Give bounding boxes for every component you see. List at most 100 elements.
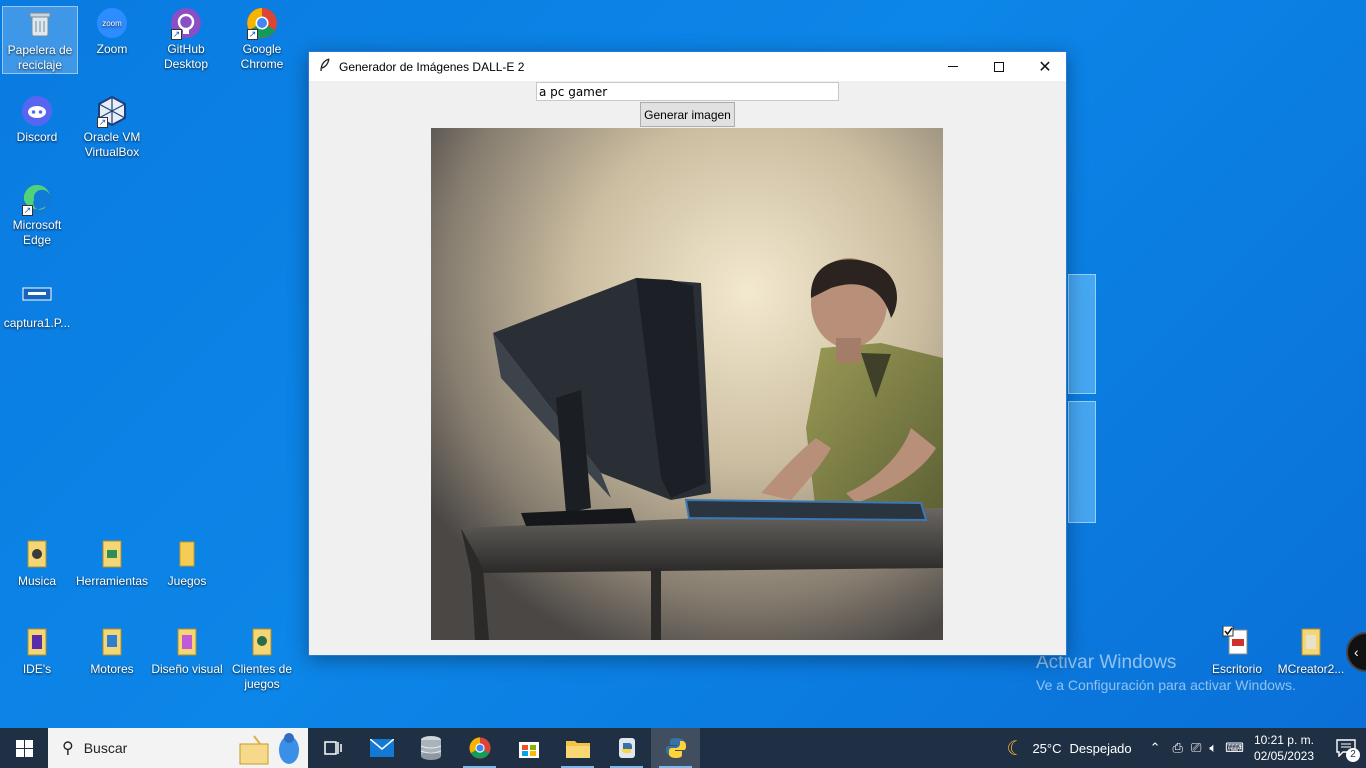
recycle-bin-icon — [23, 7, 57, 41]
meet-now-icon[interactable]: ⎙ — [1173, 740, 1183, 756]
notification-center-button[interactable]: 2 — [1326, 728, 1366, 768]
network-icon[interactable]: ⎚ — [1191, 740, 1201, 756]
desktop-icon-label: Microsoft Edge — [12, 218, 62, 247]
database-icon — [420, 736, 441, 760]
desktop-icon-diseno-visual[interactable]: Diseño visual — [149, 626, 225, 677]
minimize-icon — [948, 66, 958, 67]
chevron-up-icon[interactable]: ⌃ — [1150, 740, 1161, 756]
folder-icon — [170, 626, 204, 660]
search-icon: ⚲ — [62, 740, 74, 757]
watermark-subtitle: Ve a Configuración para activar Windows. — [1036, 677, 1296, 693]
chevron-left-icon: ‹ — [1354, 644, 1359, 660]
notification-count: 2 — [1346, 748, 1360, 762]
desktop-icon-clientes-de-juegos[interactable]: Clientes de juegos — [224, 626, 300, 692]
activation-watermark: Activar Windows Ve a Configuración para … — [1036, 652, 1296, 693]
search-placeholder: Buscar — [83, 740, 128, 756]
maximize-button[interactable] — [976, 52, 1022, 81]
input-method-icon[interactable]: ⌨︎ — [1225, 740, 1244, 756]
store-icon — [518, 742, 539, 758]
github-icon: ↗ — [169, 6, 203, 40]
prompt-input[interactable] — [536, 82, 839, 101]
desktop-icon-discord[interactable]: Discord — [0, 94, 75, 145]
taskbar-clock[interactable]: 10:21 p. m. 02/05/2023 — [1254, 732, 1314, 764]
window-title: Generador de Imágenes DALL-E 2 — [339, 59, 525, 74]
taskbar-chrome[interactable] — [455, 728, 504, 768]
watermark-title: Activar Windows — [1036, 652, 1177, 673]
desktop-icon-label: IDE's — [22, 662, 52, 676]
system-tray: ☾ 25°C Despejado ⌃ ⎙ ⎚ 🔈︎ ⌨︎ 10:21 p. m.… — [1007, 728, 1366, 768]
taskbar: ⚲ Buscar ☾ 25°C Despejado ⌃ ⎙ ⎚ 🔈︎ ⌨︎ 10… — [0, 728, 1366, 768]
desktop-icon-herramientas[interactable]: Herramientas — [74, 538, 150, 589]
desktop-icon-musica[interactable]: Musica — [0, 538, 75, 589]
desktop-icon-virtualbox[interactable]: ↗ Oracle VM VirtualBox — [74, 94, 150, 160]
volume-icon[interactable]: 🔈︎ — [1209, 740, 1217, 756]
svg-text:zoom: zoom — [102, 19, 122, 28]
desktop-icon-label: Google Chrome — [240, 42, 284, 71]
start-button[interactable] — [0, 728, 48, 768]
minimize-button[interactable] — [930, 52, 976, 81]
taskbar-store[interactable] — [504, 728, 553, 768]
desktop-icon-label: GitHub Desktop — [163, 42, 209, 71]
desktop-icon-chrome[interactable]: ↗ Google Chrome — [224, 6, 300, 72]
folder-icon — [95, 626, 129, 660]
zoom-icon: zoom — [95, 6, 129, 40]
close-icon: ✕ — [1038, 58, 1052, 76]
chrome-icon — [468, 737, 491, 759]
desktop-icon-motores[interactable]: Motores — [74, 626, 150, 677]
folder-icon — [245, 626, 279, 660]
weather-widget[interactable]: ☾ 25°C Despejado — [1007, 736, 1132, 761]
folder-icon — [1294, 626, 1328, 660]
desktop-icon-label: captura1.P... — [3, 316, 71, 330]
discord-icon — [20, 94, 54, 128]
desktop-icon-captura[interactable]: captura1.P... — [0, 280, 75, 331]
desktop-icon-label: Zoom — [96, 42, 128, 56]
window-titlebar[interactable]: Generador de Imágenes DALL-E 2 ✕ — [309, 52, 1066, 81]
taskbar-python-app[interactable] — [651, 728, 700, 768]
desktop-icon-recycle-bin[interactable]: Papelera de reciclaje — [2, 6, 78, 74]
taskbar-file-explorer[interactable] — [553, 728, 602, 768]
task-view-button[interactable] — [308, 728, 357, 768]
folder-icon — [20, 626, 54, 660]
clock-time: 10:21 p. m. — [1253, 733, 1314, 747]
desktop-icon-label: Papelera de reciclaje — [7, 43, 73, 72]
generate-image-button[interactable]: Generar imagen — [640, 102, 735, 127]
folder-icon — [170, 538, 204, 572]
weather-text: Despejado — [1069, 740, 1132, 756]
desktop-icon-zoom[interactable]: zoom Zoom — [74, 6, 150, 57]
desktop-icon-label: Discord — [16, 130, 58, 144]
clock-date: 02/05/2023 — [1253, 749, 1314, 763]
desktop-icon-label: Diseño visual — [151, 662, 223, 676]
python-icon — [618, 738, 635, 758]
weather-temp: 25°C — [1032, 740, 1062, 756]
chrome-icon: ↗ — [245, 6, 279, 40]
desktop-icon-label: Motores — [90, 662, 134, 676]
edge-sidebar-toggle[interactable]: ‹ — [1346, 632, 1366, 672]
maximize-icon — [994, 61, 1004, 72]
desktop-icon-edge[interactable]: ↗ Microsoft Edge — [0, 182, 75, 248]
desktop-icon-github-desktop[interactable]: ↗ GitHub Desktop — [148, 6, 224, 72]
close-button[interactable]: ✕ — [1022, 52, 1068, 81]
virtualbox-icon: ↗ — [95, 94, 129, 128]
desktop-icon-label: Herramientas — [75, 574, 149, 588]
windows-icon — [15, 739, 33, 757]
app-window: Generador de Imágenes DALL-E 2 ✕ Generar… — [308, 51, 1067, 656]
desktop-icon-label: Clientes de juegos — [231, 662, 293, 691]
file-icon — [20, 280, 54, 314]
search-highlight-icon — [230, 730, 308, 766]
desktop-icon-label: Oracle VM VirtualBox — [83, 130, 141, 159]
generated-image — [431, 128, 943, 640]
mail-icon — [369, 739, 394, 757]
taskbar-mail[interactable] — [357, 728, 406, 768]
moon-icon: ☾ — [1006, 737, 1025, 760]
task-view-icon — [323, 741, 342, 755]
python-icon — [665, 738, 686, 758]
folder-icon — [565, 741, 590, 758]
desktop-icon-juegos[interactable]: Juegos — [149, 538, 225, 589]
desktop-icon-ides[interactable]: IDE's — [0, 626, 75, 677]
desktop-icon-label: Juegos — [167, 574, 207, 588]
taskbar-search[interactable]: ⚲ Buscar — [48, 728, 308, 768]
desktop-icon-label: Musica — [17, 574, 56, 588]
folder-icon — [20, 538, 54, 572]
taskbar-python-idle[interactable] — [602, 728, 651, 768]
taskbar-database[interactable] — [406, 728, 455, 768]
